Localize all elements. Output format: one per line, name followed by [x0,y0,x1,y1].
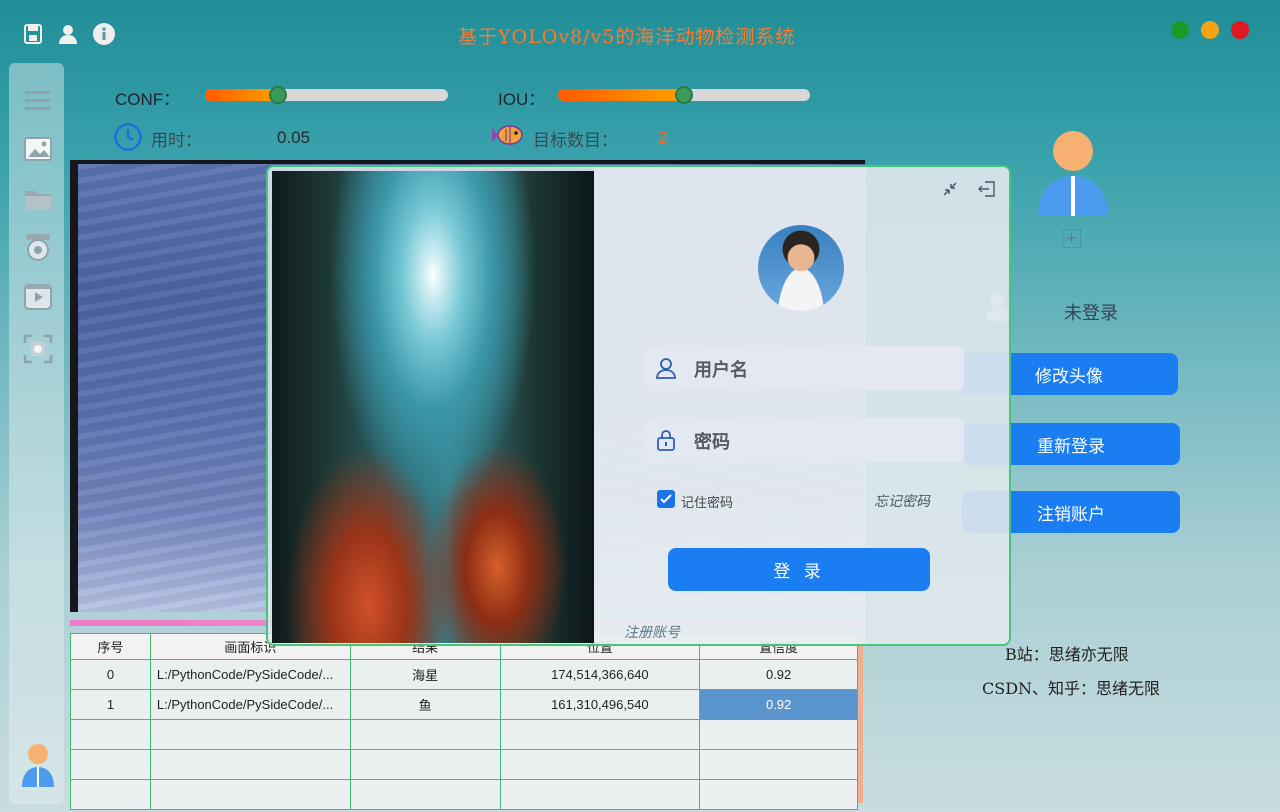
cell-empty[interactable] [499,749,701,780]
cell-index[interactable]: 0 [70,659,151,690]
password-field[interactable]: 密码 [644,418,964,462]
lock-icon [654,428,678,452]
cell-empty[interactable] [149,719,351,750]
cell-source[interactable]: L:/PythonCode/PySideCode/... [149,659,351,690]
underwater-image [272,171,594,643]
cell-result[interactable]: 鱼 [349,689,501,720]
image-icon[interactable] [22,133,54,165]
username-input[interactable]: 用户名 [694,356,748,382]
password-input[interactable]: 密码 [694,428,730,454]
bilibili-info: B站：思绪亦无限 [1005,645,1129,664]
cell-empty[interactable] [70,719,151,750]
menu-icon[interactable] [22,85,54,117]
iou-slider-handle[interactable] [675,86,693,104]
table-row[interactable] [70,749,858,780]
conf-slider-fill [205,89,278,101]
login-dialog: 用户名 密码 记住密码 忘记密码 登 录 注册账号 [266,165,1011,646]
clock-icon [113,122,143,152]
cell-empty[interactable] [699,749,858,780]
user-icon[interactable] [56,22,80,46]
remember-checkbox[interactable] [657,490,675,508]
minimize-button[interactable] [1201,21,1219,39]
cell-empty[interactable] [149,749,351,780]
cell-empty[interactable] [699,779,858,810]
cell-empty[interactable] [70,749,151,780]
results-table: 序号 画面标识 结果 位置 置信度 0 L:/PythonCode/PySide… [70,633,858,810]
app-title: 基于YOLOv8/v5的海洋动物检测系统 [458,26,796,48]
camera-icon[interactable] [22,231,54,263]
cell-confidence[interactable]: 0.92 [699,659,858,690]
table-row[interactable]: 0 L:/PythonCode/PySideCode/... 海星 174,51… [70,659,858,690]
folder-icon[interactable] [22,183,54,215]
add-avatar-icon[interactable]: + [1062,229,1081,248]
info-icon[interactable] [92,22,116,46]
cell-empty[interactable] [499,719,701,750]
user-outline-icon [654,356,678,380]
cell-position[interactable]: 174,514,366,640 [499,659,701,690]
cell-source[interactable]: L:/PythonCode/PySideCode/... [149,689,351,720]
minimize-dialog-icon[interactable] [942,181,958,197]
login-avatar [758,225,844,311]
forgot-password-link[interactable]: 忘记密码 [874,491,930,511]
cell-empty[interactable] [349,779,501,810]
cell-position[interactable]: 161,310,496,540 [499,689,701,720]
conf-label: CONF： [115,90,181,109]
sidebar [9,63,64,804]
close-button[interactable] [1231,21,1249,39]
iou-slider[interactable] [558,86,810,104]
conf-slider[interactable] [205,86,448,104]
batch-detect-icon[interactable] [22,333,54,365]
maximize-button[interactable] [1171,21,1189,39]
table-row[interactable] [70,719,858,750]
register-link[interactable]: 注册账号 [624,622,680,642]
time-value: 0.05 [277,128,311,147]
cell-index[interactable]: 1 [70,689,151,720]
cell-empty[interactable] [349,749,501,780]
login-button[interactable]: 登 录 [668,548,930,591]
cell-empty[interactable] [149,779,351,810]
cell-result[interactable]: 海星 [349,659,501,690]
user-avatar-large [1036,130,1110,218]
table-row[interactable]: 1 L:/PythonCode/PySideCode/... 鱼 161,310… [70,689,858,720]
save-icon[interactable] [21,22,45,46]
cell-empty[interactable] [699,719,858,750]
table-scrollbar[interactable] [858,633,863,803]
video-icon[interactable] [22,281,54,313]
conf-slider-handle[interactable] [268,86,287,104]
remember-label[interactable]: 记住密码 [681,492,733,511]
fish-icon [492,121,526,149]
target-count-value: 2 [658,128,668,147]
avatar-icon[interactable] [20,743,56,789]
csdn-info: CSDN、知乎：思绪无限 [982,679,1161,698]
login-status: 未登录 [1064,303,1118,324]
iou-label: IOU： [498,90,546,109]
table-row[interactable] [70,779,858,810]
cell-empty[interactable] [349,719,501,750]
col-header-index[interactable]: 序号 [70,633,151,660]
cell-empty[interactable] [70,779,151,810]
iou-slider-fill [558,89,684,101]
exit-dialog-icon[interactable] [978,180,996,198]
cell-confidence[interactable]: 0.92 [699,689,858,720]
cell-empty[interactable] [499,779,701,810]
username-field[interactable]: 用户名 [644,346,964,390]
time-label: 用时： [151,131,202,150]
target-count-label: 目标数目： [533,131,618,150]
